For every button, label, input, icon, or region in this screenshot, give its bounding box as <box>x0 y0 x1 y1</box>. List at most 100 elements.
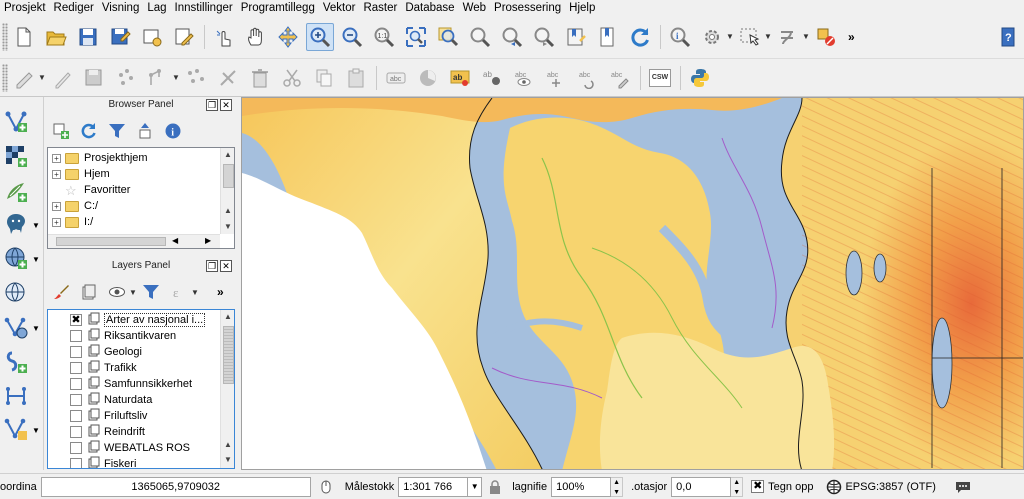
layer-item[interactable]: Friluftsliv <box>70 408 147 424</box>
manage-visibility-button[interactable] <box>106 281 128 303</box>
action-dropdown-arrow[interactable]: ▼ <box>726 32 734 41</box>
add-selected-layer-button[interactable] <box>50 120 72 142</box>
help-button[interactable]: ? <box>994 23 1022 51</box>
copy-features-button[interactable] <box>310 64 338 92</box>
zoom-to-layer-button[interactable] <box>466 23 494 51</box>
delete-selected-button[interactable] <box>214 64 242 92</box>
touch-zoom-button[interactable] <box>210 23 238 51</box>
browser-item[interactable]: ☆ Favoritter <box>52 182 130 198</box>
browser-item[interactable]: + C:/ <box>52 198 98 214</box>
layer-item[interactable]: Geologi <box>70 344 142 360</box>
scroll-thumb[interactable] <box>56 237 166 246</box>
deselect-button[interactable] <box>774 23 802 51</box>
browser-item[interactable]: + Hjem <box>52 166 110 182</box>
close-panel-button[interactable]: ✕ <box>220 99 232 111</box>
properties-button[interactable]: i <box>162 120 184 142</box>
add-raster-layer-button[interactable] <box>2 142 30 170</box>
menu-rediger[interactable]: Rediger <box>50 1 98 15</box>
lock-scale-button[interactable] <box>486 478 504 496</box>
menu-lag[interactable]: Lag <box>143 1 170 15</box>
layer-item[interactable]: Trafikk <box>70 360 137 376</box>
layer-item[interactable]: Fiskeri <box>70 456 136 468</box>
toolbar-grip[interactable] <box>2 22 8 51</box>
filter-by-expression-button[interactable]: ε <box>168 281 190 303</box>
browser-item[interactable]: + I:/ <box>52 214 93 230</box>
change-label-button[interactable]: abc <box>606 64 634 92</box>
spin-up-arrow[interactable]: ▲ <box>611 478 622 488</box>
layers-toolbar-overflow-button[interactable]: » <box>217 285 224 299</box>
action-button[interactable] <box>698 23 726 51</box>
map-render[interactable] <box>242 98 1024 470</box>
rotation-field[interactable]: 0,0 <box>671 476 732 497</box>
scroll-left-arrow[interactable]: ◀ <box>172 236 178 245</box>
new-shapefile-button[interactable] <box>2 415 30 443</box>
scroll-thumb[interactable] <box>223 326 234 384</box>
scroll-up-arrow[interactable]: ▲ <box>221 148 234 162</box>
zoom-to-selection-button[interactable] <box>434 23 462 51</box>
float-panel-button[interactable]: ❐ <box>206 99 218 111</box>
scroll-down-arrow[interactable]: ▼ <box>221 453 234 467</box>
menu-innstillinger[interactable]: Innstillinger <box>171 1 237 15</box>
current-edits-dropdown-arrow[interactable]: ▼ <box>38 73 46 82</box>
rotation-spinner[interactable]: ▲ ▼ <box>731 476 744 497</box>
measure-button[interactable] <box>812 23 840 51</box>
zoom-next-button[interactable] <box>530 23 558 51</box>
zoom-out-button[interactable] <box>338 23 366 51</box>
crs-button[interactable] <box>825 478 843 496</box>
toggle-extents-button[interactable] <box>317 478 335 496</box>
add-group-button[interactable] <box>78 281 100 303</box>
identify-button[interactable]: i <box>666 23 694 51</box>
open-layer-styling-button[interactable] <box>50 281 72 303</box>
toolbar1-overflow-button[interactable]: » <box>848 30 855 44</box>
close-panel-button[interactable]: ✕ <box>220 260 232 272</box>
zoom-last-button[interactable] <box>498 23 526 51</box>
new-bookmark-button[interactable] <box>562 23 590 51</box>
toggle-editing-button[interactable] <box>48 64 76 92</box>
layer-visibility-checkbox[interactable] <box>70 410 82 422</box>
refresh-button[interactable] <box>626 23 654 51</box>
layer-item[interactable]: ✖ Arter av nasjonal i... <box>70 312 206 328</box>
layer-item[interactable]: Reindrift <box>70 424 145 440</box>
show-bookmarks-button[interactable] <box>594 23 622 51</box>
visibility-dropdown-arrow[interactable]: ▼ <box>129 288 137 297</box>
new-print-composer-button[interactable] <box>138 23 166 51</box>
scale-dropdown-arrow[interactable]: ▼ <box>468 476 483 497</box>
add-virtual-layer-button[interactable] <box>2 382 30 410</box>
delete-button[interactable] <box>246 64 274 92</box>
expression-dropdown-arrow[interactable]: ▼ <box>191 288 199 297</box>
menu-raster[interactable]: Raster <box>359 1 401 15</box>
add-wcs-layer-button[interactable] <box>2 313 30 341</box>
move-feature-button[interactable] <box>144 64 172 92</box>
browser-vertical-scrollbar[interactable]: ▲ ▲ ▼ <box>220 148 234 234</box>
open-project-button[interactable] <box>42 23 70 51</box>
menu-hjelp[interactable]: Hjelp <box>565 1 599 15</box>
save-as-button[interactable] <box>106 23 134 51</box>
zoom-actual-size-button[interactable]: 1:1 <box>370 23 398 51</box>
menu-vektor[interactable]: Vektor <box>319 1 360 15</box>
add-wms-layer-button[interactable] <box>2 244 30 272</box>
layer-visibility-checkbox[interactable] <box>70 442 82 454</box>
expand-icon[interactable]: + <box>52 217 61 227</box>
collapse-all-button[interactable] <box>134 120 156 142</box>
layer-item[interactable]: WEBATLAS ROS <box>70 440 190 456</box>
menu-visning[interactable]: Visning <box>98 1 144 15</box>
move-label-button[interactable]: abc <box>542 64 570 92</box>
layer-visibility-checkbox[interactable] <box>70 426 82 438</box>
save-edits-button[interactable] <box>80 64 108 92</box>
map-canvas[interactable] <box>241 97 1024 470</box>
new-layer-dropdown-arrow[interactable]: ▼ <box>32 426 40 435</box>
render-checkbox[interactable]: ✖ <box>751 480 765 493</box>
menu-prosessering[interactable]: Prosessering <box>490 1 565 15</box>
node-tool-button[interactable] <box>182 64 210 92</box>
pan-to-selection-button[interactable] <box>274 23 302 51</box>
menu-prosjekt[interactable]: Prosjekt <box>0 1 50 15</box>
add-wfs-layer-button[interactable] <box>2 279 30 307</box>
scroll-down-arrow[interactable]: ▼ <box>221 220 234 234</box>
cut-features-button[interactable] <box>278 64 306 92</box>
layer-visibility-checkbox[interactable] <box>70 458 82 468</box>
rotate-label-button[interactable]: abc <box>574 64 602 92</box>
scroll-up-arrow[interactable]: ▲ <box>221 310 234 324</box>
wms-dropdown-arrow[interactable]: ▼ <box>32 255 40 264</box>
toolbar-grip[interactable] <box>2 63 8 92</box>
paste-features-button[interactable] <box>342 64 370 92</box>
